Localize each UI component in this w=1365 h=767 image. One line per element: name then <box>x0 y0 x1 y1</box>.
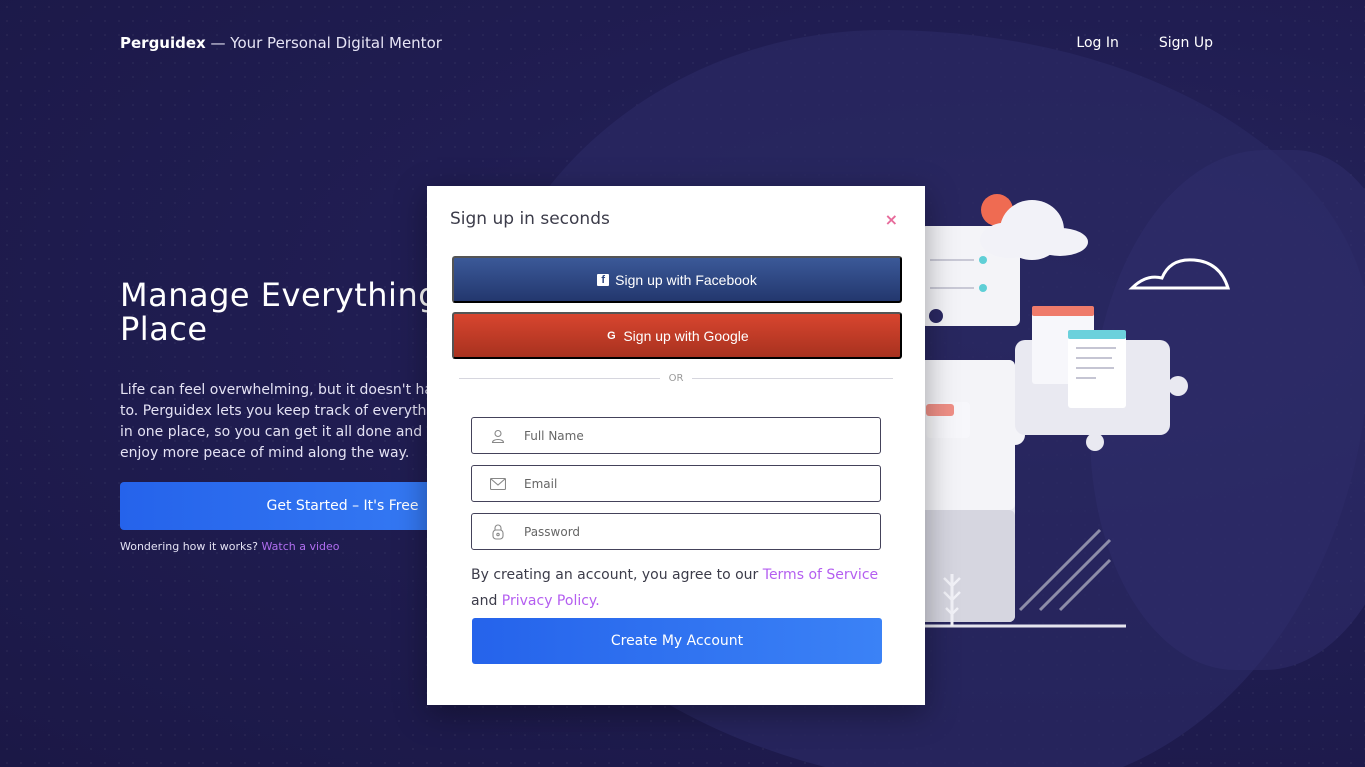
puzzle-illustration-graphic <box>920 194 1231 628</box>
or-divider: OR <box>459 371 894 385</box>
terms-and: and <box>471 593 498 609</box>
video-hint-text: Wondering how it works? <box>120 540 258 553</box>
facebook-signup-label: Sign up with Facebook <box>615 271 757 288</box>
facebook-signup-button[interactable]: f Sign up with Facebook <box>452 256 902 303</box>
watch-video-link[interactable]: Watch a video <box>261 540 339 553</box>
password-field[interactable] <box>471 513 881 550</box>
top-nav: Log In Sign Up <box>1076 35 1213 51</box>
terms-of-service-link[interactable]: Terms of Service <box>763 567 878 583</box>
puzzle-illustration <box>900 190 1240 640</box>
password-input[interactable] <box>524 524 880 539</box>
signup-modal: Sign up in seconds × f Sign up with Face… <box>427 186 925 705</box>
google-icon: G <box>607 329 616 342</box>
close-icon[interactable]: × <box>885 210 898 229</box>
divider-line <box>459 377 660 379</box>
divider-line <box>692 377 894 379</box>
brand-name: Perguidex <box>120 34 206 52</box>
google-signup-button[interactable]: G Sign up with Google <box>452 312 902 359</box>
email-input[interactable] <box>524 476 880 491</box>
email-field[interactable] <box>471 465 881 502</box>
brand-tagline: — Your Personal Digital Mentor <box>210 34 442 52</box>
facebook-icon: f <box>597 273 610 286</box>
hero-description: Life can feel overwhelming, but it doesn… <box>120 382 450 461</box>
full-name-input[interactable] <box>524 428 880 443</box>
signup-link[interactable]: Sign Up <box>1159 35 1213 51</box>
envelope-icon <box>472 477 524 490</box>
modal-title: Sign up in seconds <box>450 209 610 229</box>
google-signup-label: Sign up with Google <box>623 327 749 344</box>
privacy-policy-link[interactable]: Privacy Policy. <box>502 593 600 609</box>
brand[interactable]: Perguidex — Your Personal Digital Mentor <box>120 34 442 52</box>
create-account-button[interactable]: Create My Account <box>472 618 882 664</box>
user-icon <box>472 429 524 443</box>
full-name-field[interactable] <box>471 417 881 454</box>
login-link[interactable]: Log In <box>1076 35 1118 51</box>
terms-text: By creating an account, you agree to our… <box>471 562 891 614</box>
terms-prefix: By creating an account, you agree to our <box>471 567 759 583</box>
lock-icon <box>472 524 524 540</box>
or-divider-text: OR <box>668 372 684 384</box>
site-header: Perguidex — Your Personal Digital Mentor… <box>120 32 1213 54</box>
